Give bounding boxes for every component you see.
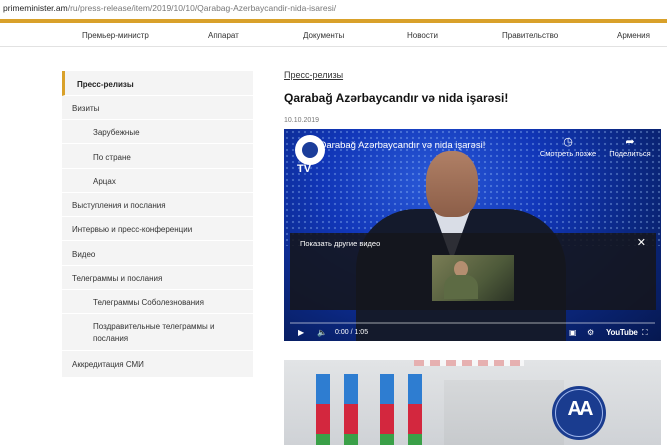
- sidebar: Пресс-релизы Визиты Зарубежные По стране…: [62, 71, 253, 378]
- hall-backdrop: [444, 380, 564, 445]
- flag-graphic: [408, 374, 422, 445]
- nav-item-armenia[interactable]: Армения: [617, 31, 650, 40]
- nav-item-government[interactable]: Правительство: [502, 31, 558, 40]
- sidebar-item-accreditation[interactable]: Аккредитация СМИ: [62, 351, 253, 378]
- address-bar[interactable]: primeminister.am/ru/press-release/item/2…: [0, 0, 667, 20]
- clock-icon: ◷: [563, 136, 573, 148]
- sidebar-item-label: Поздравительные телеграммы и послания: [93, 322, 215, 343]
- sidebar-item-interviews[interactable]: Интервью и пресс-конференции: [62, 217, 253, 241]
- video-player[interactable]: TV Qarabağ Azərbaycandır və nida işarəsi…: [284, 129, 661, 341]
- page-title: Qarabağ Azərbaycandır və nida işarəsi!: [284, 91, 509, 105]
- watch-later-label: Смотреть позже: [539, 149, 597, 158]
- nav-item-documents[interactable]: Документы: [303, 31, 344, 40]
- sidebar-item-foreign[interactable]: Зарубежные: [62, 120, 253, 144]
- flag-graphic: [316, 374, 330, 445]
- video-controls: ▶ 🔈 0:00 / 1:05 ▣ ⚙ YouTube ⛶: [284, 326, 661, 341]
- sidebar-item-condolences[interactable]: Телеграммы Соболезнования: [62, 290, 253, 314]
- youtube-logo[interactable]: YouTube: [606, 326, 638, 340]
- share-button[interactable]: ➦ Поделиться: [600, 135, 660, 158]
- publish-date: 10.10.2019: [284, 117, 320, 124]
- play-icon[interactable]: ▶: [298, 326, 304, 340]
- url-domain: primeminister.am: [3, 3, 68, 13]
- more-videos-label: Показать другие видео: [300, 239, 381, 248]
- video-title[interactable]: Qarabağ Azərbaycandır və nida işarəsi!: [319, 140, 485, 151]
- sidebar-item-speeches[interactable]: Выступления и послания: [62, 193, 253, 217]
- sidebar-item-congratulations[interactable]: Поздравительные телеграммы и послания: [62, 314, 253, 351]
- sidebar-item-label: Телеграммы Соболезнования: [93, 298, 204, 307]
- url-path: /ru/press-release/item/2019/10/10/Qaraba…: [67, 3, 337, 13]
- subtitles-icon[interactable]: ▣: [569, 326, 577, 340]
- sidebar-item-telegrams[interactable]: Телеграммы и послания: [62, 266, 253, 290]
- nav-item-staff[interactable]: Аппарат: [208, 31, 239, 40]
- sidebar-item-visits[interactable]: Визиты: [62, 96, 253, 120]
- sidebar-item-domestic[interactable]: По стране: [62, 144, 253, 169]
- article-image: AA: [284, 360, 661, 445]
- sidebar-item-label: Телеграммы и послания: [72, 274, 163, 283]
- sidebar-item-label: Пресс-релизы: [77, 80, 134, 89]
- sidebar-item-label: Визиты: [72, 104, 100, 113]
- share-icon: ➦: [625, 136, 635, 148]
- flag-graphic: [344, 374, 358, 445]
- more-videos-panel: Показать другие видео ✕: [290, 233, 656, 310]
- channel-emblem-icon: AA: [552, 386, 606, 440]
- top-navigation: Премьер-министр Аппарат Документы Новост…: [0, 23, 667, 47]
- sidebar-item-video[interactable]: Видео: [62, 241, 253, 266]
- sidebar-item-label: По стране: [93, 153, 131, 162]
- sidebar-item-label: Арцах: [93, 177, 116, 186]
- sidebar-item-label: Зарубежные: [93, 128, 140, 137]
- fullscreen-icon[interactable]: ⛶: [642, 326, 648, 340]
- video-progress-bar[interactable]: [290, 322, 655, 324]
- volume-icon[interactable]: 🔈: [317, 326, 327, 340]
- sidebar-item-label: Видео: [72, 250, 96, 259]
- flag-graphic: [380, 374, 394, 445]
- watch-later-button[interactable]: ◷ Смотреть позже: [538, 135, 598, 158]
- sidebar-item-press-releases[interactable]: Пресс-релизы: [62, 71, 253, 96]
- sidebar-item-artsakh[interactable]: Арцах: [62, 169, 253, 193]
- video-time: 0:00 / 1:05: [335, 329, 369, 336]
- image-banner-strip: [414, 360, 524, 366]
- sidebar-item-label: Выступления и послания: [72, 201, 166, 210]
- nav-item-prime-minister[interactable]: Премьер-министр: [82, 31, 149, 40]
- share-label: Поделиться: [609, 149, 651, 158]
- breadcrumb[interactable]: Пресс-релизы: [284, 70, 343, 80]
- channel-logo-text: TV: [297, 163, 312, 175]
- related-video-thumbnail[interactable]: [432, 255, 514, 301]
- close-icon[interactable]: ✕: [637, 236, 646, 249]
- settings-icon[interactable]: ⚙: [587, 326, 594, 340]
- sidebar-item-label: Аккредитация СМИ: [72, 360, 144, 369]
- sidebar-item-label: Интервью и пресс-конференции: [72, 225, 193, 234]
- nav-item-news[interactable]: Новости: [407, 31, 438, 40]
